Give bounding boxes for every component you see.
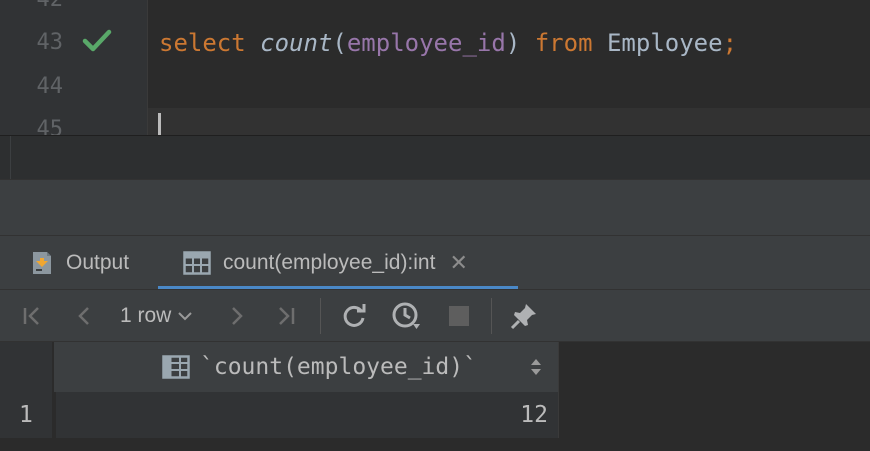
chevron-down-icon (177, 310, 193, 322)
row-count-label: 1 row (120, 304, 172, 327)
last-page-icon[interactable] (272, 290, 300, 342)
reload-icon[interactable] (339, 290, 369, 342)
toolbar-separator (491, 298, 492, 334)
column-icon (162, 355, 190, 379)
stop-icon[interactable] (446, 290, 472, 342)
line-number: 42 (13, 0, 64, 12)
close-icon[interactable]: ✕ (449, 250, 467, 276)
line-number: 43 (36, 30, 64, 55)
column-name: employee_id (346, 29, 506, 57)
cell-value: 12 (520, 402, 548, 428)
tab-output-label: Output (66, 251, 130, 274)
grid-corner[interactable] (0, 342, 52, 392)
paren-open: ( (332, 29, 347, 57)
keyword-from: from (534, 29, 593, 57)
sort-icon[interactable] (529, 355, 543, 384)
table-cell[interactable]: 12 (54, 392, 558, 438)
editor-edge (10, 136, 11, 179)
pin-icon[interactable] (508, 290, 540, 342)
previous-page-icon[interactable] (70, 290, 98, 342)
output-icon (30, 249, 54, 277)
editor-scroll-area (0, 136, 870, 179)
toolbar-separator (320, 298, 321, 334)
tab-result-label: count(employee_id):int (223, 251, 436, 274)
next-page-icon[interactable] (223, 290, 251, 342)
grid-empty-area (0, 438, 870, 451)
tab-result[interactable]: count(employee_id):int ✕ (183, 236, 468, 290)
result-toolbar: 1 row (0, 289, 870, 341)
keyword-select: select (159, 29, 246, 57)
splitter[interactable] (0, 179, 870, 235)
column-header-label: `count(employee_id)` (200, 354, 477, 380)
table-name: Employee (606, 29, 723, 57)
column-header-content[interactable]: `count(employee_id)` (162, 342, 477, 392)
history-icon[interactable] (389, 290, 423, 342)
result-grid: `count(employee_id)` 1 12 (0, 341, 870, 451)
semicolon: ; (722, 29, 738, 57)
table-icon (183, 251, 211, 275)
editor-gutter: 42 43 44 45 (0, 0, 147, 135)
row-count-selector[interactable]: 1 row (120, 290, 193, 342)
tool-window-tabs: Output count(employee_id):int ✕ (0, 235, 870, 289)
tab-output[interactable]: Output (30, 236, 129, 290)
text-caret (158, 113, 161, 135)
gutter-separator (147, 0, 148, 135)
checkmark-icon[interactable] (82, 29, 112, 58)
sql-editor[interactable]: 42 43 44 45 select count(employee_id) fr… (0, 0, 870, 135)
first-page-icon[interactable] (18, 290, 46, 342)
line-number: 44 (36, 74, 64, 99)
function-count: count (260, 29, 333, 57)
grid-column-border (558, 342, 559, 438)
paren-close: ) (505, 29, 521, 57)
line-number: 45 (36, 117, 64, 135)
code-line-43[interactable]: select count(employee_id) from Employee; (159, 29, 737, 57)
row-number[interactable]: 1 (0, 392, 52, 438)
current-line-highlight (148, 108, 870, 135)
